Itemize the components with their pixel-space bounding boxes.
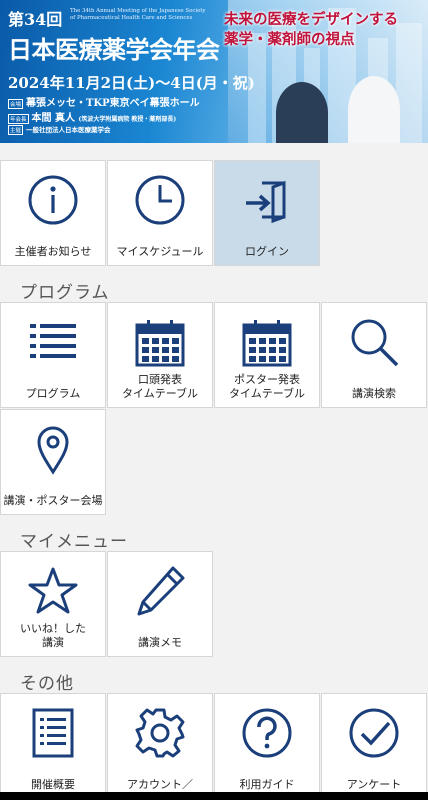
- tile-poster-timetable[interactable]: ポスター発表 タイムテーブル: [214, 302, 320, 408]
- section-title-mymenu: マイメニュー: [20, 532, 128, 552]
- tile-label: 利用ガイド: [239, 778, 295, 791]
- event-date: 2024年11月2日(土)～4日(月・祝): [8, 74, 255, 92]
- tile-my-schedule[interactable]: マイスケジュール: [107, 160, 213, 266]
- check-circle-icon: [347, 706, 401, 760]
- login-icon: [240, 173, 294, 227]
- tile-venue-map[interactable]: 講演・ポスター会場: [0, 409, 106, 515]
- host-line: 主催 一般社団法人日本医療薬学会: [8, 124, 111, 135]
- venue-tag: 会場: [8, 98, 24, 109]
- host-name: 一般社団法人日本医療薬学会: [26, 126, 111, 134]
- bottom-bar: [0, 792, 428, 800]
- person-illustration: [276, 82, 328, 143]
- tile-event-overview[interactable]: 開催概要: [0, 693, 106, 799]
- tile-label: 主催者お知らせ: [14, 245, 92, 258]
- tile-login[interactable]: ログイン: [214, 160, 320, 266]
- clock-icon: [133, 173, 187, 227]
- tile-account[interactable]: アカウント／: [107, 693, 213, 799]
- tile-oral-timetable[interactable]: 口頭発表 タイムテーブル: [107, 302, 213, 408]
- section-title-other: その他: [20, 674, 74, 694]
- info-icon: [26, 173, 80, 227]
- calendar-icon: [240, 315, 294, 369]
- tile-label: アカウント／: [127, 778, 193, 791]
- chair-line: 年会長 本間 真人 (筑波大学附属病院 教授・薬剤部長): [8, 109, 176, 124]
- catchphrase: 未来の医療をデザインする 薬学・薬剤師の視点: [224, 10, 398, 50]
- catchphrase-line-1: 未来の医療をデザインする: [224, 11, 398, 28]
- gear-icon: [133, 706, 187, 760]
- edition-label: 第34回: [8, 10, 63, 29]
- tile-label: プログラム: [25, 387, 81, 400]
- tile-label: 講演・ポスター会場: [3, 494, 103, 507]
- section-title-program: プログラム: [20, 283, 110, 303]
- event-banner: 第34回 The 34th Annual Meeting of the Japa…: [0, 0, 428, 143]
- tile-label: 講演メモ: [138, 636, 182, 649]
- star-icon: [26, 564, 80, 618]
- english-title: The 34th Annual Meeting of the Japanese …: [70, 8, 206, 21]
- chair-name: 本間 真人: [31, 113, 75, 124]
- tile-label: ポスター発表 タイムテーブル: [228, 373, 306, 400]
- tile-label: 口頭発表 タイムテーブル: [121, 373, 199, 400]
- tile-label: 講演検索: [352, 387, 396, 400]
- search-icon: [347, 315, 401, 369]
- calendar-icon: [133, 315, 187, 369]
- tile-lecture-memo[interactable]: 講演メモ: [107, 551, 213, 657]
- chair-tag: 年会長: [8, 113, 29, 124]
- tile-program[interactable]: プログラム: [0, 302, 106, 408]
- map-pin-icon: [26, 422, 80, 476]
- catchphrase-line-2: 薬学・薬剤師の視点: [224, 31, 355, 48]
- tile-survey[interactable]: アンケート: [321, 693, 427, 799]
- tile-organizer-notices[interactable]: 主催者お知らせ: [0, 160, 106, 266]
- venue-name: 幕張メッセ・TKP東京ベイ幕張ホール: [26, 98, 200, 109]
- help-icon: [240, 706, 294, 760]
- pencil-icon: [133, 564, 187, 618]
- tile-label: 開催概要: [31, 778, 75, 791]
- tile-user-guide[interactable]: 利用ガイド: [214, 693, 320, 799]
- list-icon: [26, 315, 80, 369]
- tile-liked-lectures[interactable]: いいね！した 講演: [0, 551, 106, 657]
- venue-line: 会場 幕張メッセ・TKP東京ベイ幕張ホール: [8, 94, 200, 109]
- event-title: 日本医療薬学会年会: [8, 35, 220, 64]
- host-tag: 主催: [8, 125, 24, 135]
- document-icon: [26, 706, 80, 760]
- tile-label: アンケート: [346, 778, 402, 791]
- tile-label: ログイン: [245, 245, 289, 258]
- tile-label: マイスケジュール: [116, 245, 204, 258]
- chair-affiliation: (筑波大学附属病院 教授・薬剤部長): [78, 116, 177, 123]
- person-illustration: [348, 76, 400, 143]
- tile-label: いいね！した 講演: [20, 622, 86, 649]
- tile-lecture-search[interactable]: 講演検索: [321, 302, 427, 408]
